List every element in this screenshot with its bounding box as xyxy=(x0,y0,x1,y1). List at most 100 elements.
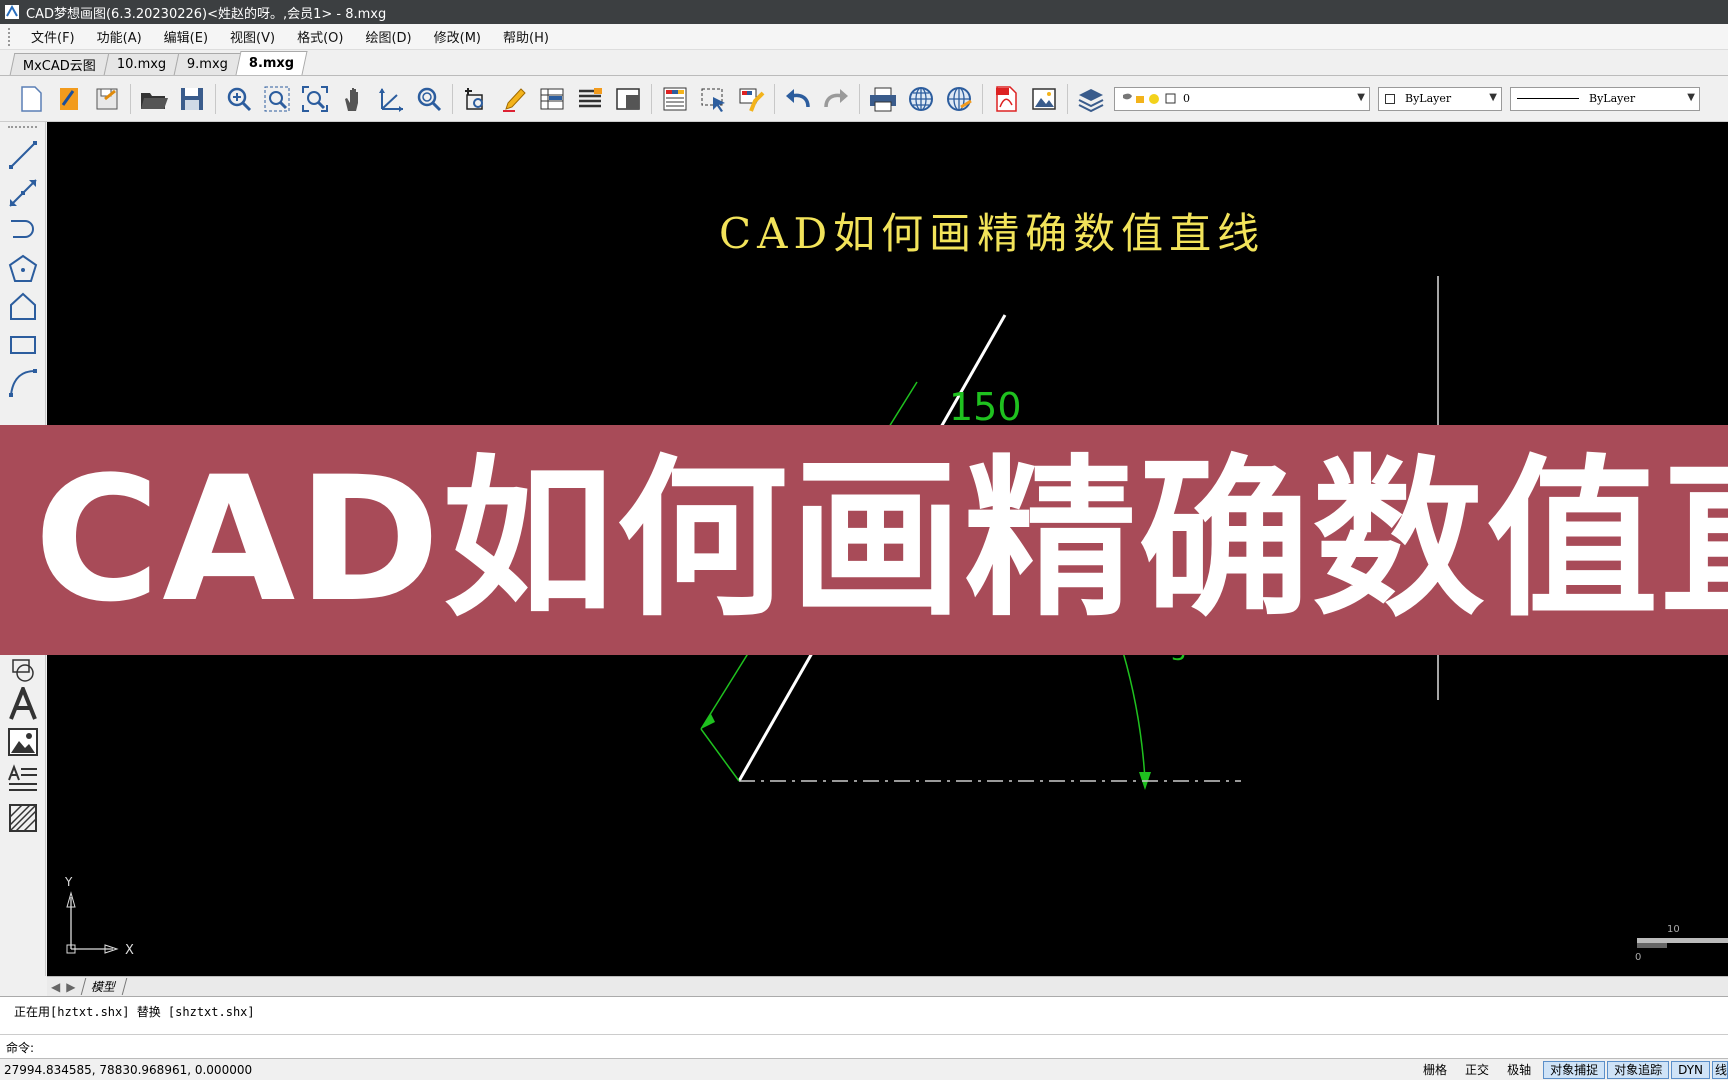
block-button[interactable] xyxy=(611,82,645,116)
open-folder-icon xyxy=(141,92,168,109)
zoom-extents-button[interactable] xyxy=(298,82,332,116)
color-select[interactable]: ByLayer ▼ xyxy=(1378,86,1502,111)
title-banner: CAD如何画精确数值直线 xyxy=(0,425,1728,655)
draw-toolbar-lower xyxy=(0,655,46,837)
polygon-button[interactable] xyxy=(3,250,43,288)
text-button[interactable] xyxy=(3,685,43,723)
layer-props-icon xyxy=(663,87,687,110)
export-image-button[interactable] xyxy=(1027,82,1061,116)
open-template-button[interactable] xyxy=(52,82,86,116)
chevron-down-icon: ▼ xyxy=(1357,91,1365,103)
dyn-toggle[interactable]: DYN xyxy=(1671,1060,1710,1079)
quick-select-button[interactable] xyxy=(696,82,730,116)
pen-button[interactable] xyxy=(497,82,531,116)
hatch-button[interactable] xyxy=(3,799,43,837)
region-button[interactable] xyxy=(3,655,43,685)
properties-button[interactable] xyxy=(535,82,569,116)
menu-modify[interactable]: 修改(M) xyxy=(423,27,492,46)
linetype-preview-icon xyxy=(1517,98,1579,99)
zoom-previous-button[interactable] xyxy=(412,82,446,116)
brush-icon xyxy=(739,88,765,112)
scroll-left-icon[interactable]: ◀ xyxy=(51,980,60,994)
insert-image-button[interactable] xyxy=(3,723,43,761)
coordinate-readout: 27994.834585, 78830.968961, 0.000000 xyxy=(4,1062,253,1077)
new-file-icon xyxy=(21,85,42,112)
layer-select[interactable]: 0 ▼ xyxy=(1114,86,1370,111)
open-button[interactable] xyxy=(137,82,171,116)
rectangle-icon xyxy=(10,336,36,354)
otrack-toggle[interactable]: 对象追踪 xyxy=(1607,1060,1670,1079)
menu-function[interactable]: 功能(A) xyxy=(86,27,153,46)
dimension-arrow-icon xyxy=(701,714,715,729)
menu-help[interactable]: 帮助(H) xyxy=(492,27,560,46)
polyline-button[interactable] xyxy=(3,212,43,250)
window-title: CAD梦想画图(6.3.20230226)<姓赵的呀。,会员1> - 8.mxg xyxy=(26,6,387,22)
save-button[interactable] xyxy=(175,82,209,116)
arc-button[interactable] xyxy=(3,364,43,402)
tab-mxcad-cloud[interactable]: MxCAD云图 xyxy=(9,53,110,75)
osnap-toggle[interactable]: 对象捕捉 xyxy=(1543,1060,1606,1079)
layer-manager-button[interactable] xyxy=(658,82,692,116)
menu-view[interactable]: 视图(V) xyxy=(219,27,286,46)
menu-draw[interactable]: 绘图(D) xyxy=(354,27,422,46)
tab-label: MxCAD云图 xyxy=(22,59,96,74)
select-button[interactable] xyxy=(459,82,493,116)
polygon-icon xyxy=(8,254,38,282)
zoom-window-button[interactable] xyxy=(260,82,294,116)
ucs-button[interactable] xyxy=(374,82,408,116)
undo-button[interactable] xyxy=(781,82,815,116)
shape-icon xyxy=(10,292,36,320)
xline-button[interactable] xyxy=(3,174,43,212)
command-line[interactable]: 命令: xyxy=(0,1034,1728,1058)
rectangle-button[interactable] xyxy=(3,326,43,364)
pan-button[interactable] xyxy=(336,82,370,116)
ortho-toggle[interactable]: 正交 xyxy=(1459,1061,1495,1079)
toolbar-separator xyxy=(774,83,775,114)
toolbar-separator xyxy=(452,83,453,114)
tab-10-mxg[interactable]: 10.mxg xyxy=(103,53,180,75)
layout-tabs: ◀ ▶ 模型 xyxy=(47,976,1728,996)
menu-format[interactable]: 格式(O) xyxy=(286,27,354,46)
color-value: ByLayer xyxy=(1405,92,1452,105)
menu-edit[interactable]: 编辑(E) xyxy=(153,27,219,46)
new-file-button[interactable] xyxy=(14,82,48,116)
print-button[interactable] xyxy=(866,82,900,116)
toolbar-separator xyxy=(982,83,983,114)
template-icon xyxy=(60,87,78,110)
match-properties-button[interactable] xyxy=(734,82,768,116)
export-pdf-button[interactable] xyxy=(989,82,1023,116)
ucs-x-label: X xyxy=(125,943,134,958)
color-swatch-icon xyxy=(1385,93,1395,104)
save-template-button[interactable] xyxy=(90,82,124,116)
grid-toggle[interactable]: 栅格 xyxy=(1417,1061,1453,1079)
redo-icon xyxy=(824,88,848,107)
tab-9-mxg[interactable]: 9.mxg xyxy=(173,53,242,75)
linetype-select[interactable]: ByLayer ▼ xyxy=(1510,86,1700,111)
redo-button[interactable] xyxy=(819,82,853,116)
menu-file[interactable]: 文件(F) xyxy=(20,27,86,46)
list-icon xyxy=(579,87,602,107)
toolbar-separator xyxy=(1067,83,1068,114)
web-share-button[interactable] xyxy=(942,82,976,116)
scroll-right-icon[interactable]: ▶ xyxy=(66,980,75,994)
toolbar-separator xyxy=(215,83,216,114)
lineweight-toggle[interactable]: 线 xyxy=(1712,1060,1728,1079)
model-tab[interactable]: 模型 xyxy=(81,978,128,995)
list-button[interactable] xyxy=(573,82,607,116)
zoom-realtime-button[interactable] xyxy=(222,82,256,116)
toolbar-grip xyxy=(8,126,37,132)
tab-8-mxg[interactable]: 8.mxg xyxy=(235,51,308,75)
pentagon-button[interactable] xyxy=(3,288,43,326)
layers-icon xyxy=(1078,88,1104,112)
status-bar: 27994.834585, 78830.968961, 0.000000 栅格 … xyxy=(0,1058,1728,1080)
arc-icon xyxy=(9,369,37,397)
publish-web-button[interactable] xyxy=(904,82,938,116)
polar-toggle[interactable]: 极轴 xyxy=(1501,1061,1537,1079)
mtext-button[interactable] xyxy=(3,761,43,799)
construction-line-icon xyxy=(9,179,37,207)
angle-arc xyxy=(1122,651,1146,781)
layer-button[interactable] xyxy=(1074,82,1108,116)
drawing-title: CAD如何画精确数值直线 xyxy=(719,209,1265,258)
chevron-down-icon: ▼ xyxy=(1687,91,1695,103)
line-button[interactable] xyxy=(3,136,43,174)
